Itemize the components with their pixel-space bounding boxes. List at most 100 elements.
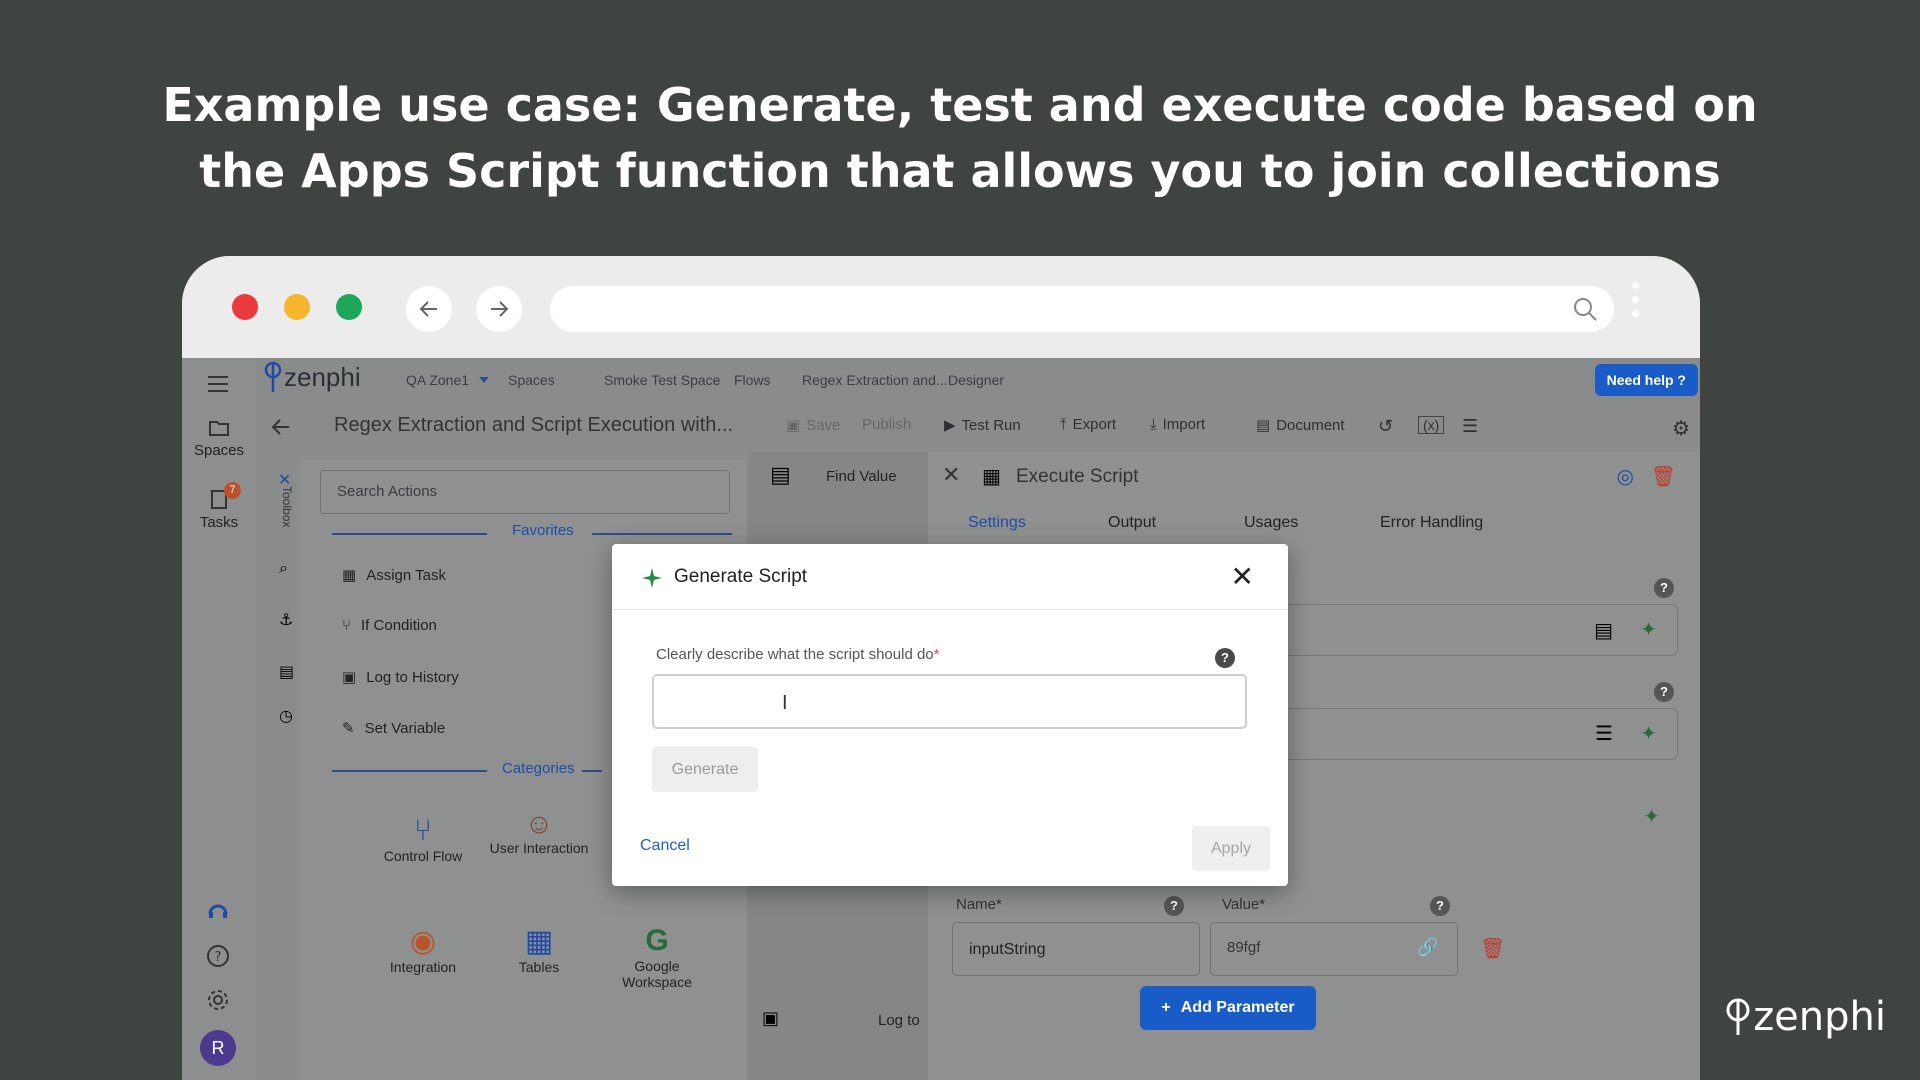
category-user-interaction[interactable]: ☺ User Interaction [484, 808, 594, 856]
category-control-flow[interactable]: ⑂ Control Flow [368, 814, 478, 864]
chevron-down-icon[interactable] [478, 375, 490, 385]
app-logo[interactable]: zenphi [264, 360, 361, 394]
help-icon[interactable]: ? [1164, 896, 1184, 916]
sliders-icon[interactable]: ☰ [1462, 416, 1478, 437]
toolbox-rail: ✕ Toolbox ⌕ ⚓ ▤ ◷ [274, 460, 300, 1080]
param-value-input[interactable]: 89fgf 🔗 [1210, 922, 1458, 976]
sparkle-icon [642, 568, 662, 588]
export-button[interactable]: ⤒ Export [1060, 416, 1116, 433]
link-icon[interactable]: 🔗 [1417, 937, 1439, 958]
delete-icon[interactable]: 🗑 [1651, 464, 1676, 489]
node-table-icon: ▤ [770, 462, 791, 487]
address-bar[interactable] [550, 286, 1614, 332]
breadcrumb-spaces[interactable]: Spaces [508, 372, 555, 388]
breadcrumb-space[interactable]: Smoke Test Space [604, 372, 720, 388]
forward-button[interactable] [476, 286, 522, 332]
add-parameter-button[interactable]: + Add Parameter [1140, 986, 1316, 1030]
tab-usages[interactable]: Usages [1244, 514, 1298, 532]
script-icon: ▦ [982, 466, 1001, 488]
anchor-icon[interactable]: ⚓ [279, 610, 293, 630]
category-label: Tables [518, 959, 560, 975]
settings-gear-icon[interactable] [206, 988, 230, 1012]
publish-button[interactable]: Publish [862, 416, 911, 433]
node-log-to[interactable]: Log to [878, 1012, 920, 1029]
need-help-button[interactable]: Need help ? [1594, 364, 1698, 396]
back-button[interactable] [406, 286, 452, 332]
close-icon[interactable]: ✕ [1231, 560, 1254, 593]
favorite-set-variable[interactable]: ✎ Set Variable [342, 719, 445, 738]
sliders-icon[interactable]: ☰ [1595, 721, 1613, 746]
tab-settings[interactable]: Settings [968, 514, 1026, 532]
generate-button[interactable]: Generate [652, 747, 758, 792]
panel-title: Execute Script [1016, 466, 1139, 487]
close-panel-icon[interactable]: ✕ [942, 462, 960, 488]
user-avatar[interactable]: R [200, 1030, 236, 1066]
category-tables[interactable]: ▦ Tables [484, 924, 594, 975]
browser-menu-icon[interactable] [1632, 282, 1640, 317]
search-actions-input[interactable]: Search Actions [320, 470, 730, 514]
play-icon: ▶ [944, 417, 956, 434]
minimize-window-dot[interactable] [284, 294, 310, 320]
document-icon[interactable]: ▤ [1594, 618, 1613, 643]
breadcrumb-zone[interactable]: QA Zone1 [406, 372, 469, 388]
apply-button[interactable]: Apply [1192, 826, 1270, 871]
favorite-if-condition[interactable]: ⑂ If Condition [342, 617, 437, 634]
nav-spaces[interactable]: Spaces [182, 418, 256, 459]
variables-icon[interactable]: (x) [1418, 416, 1445, 434]
clock-icon[interactable]: ◷ [279, 706, 293, 726]
node-log-icon: ▣ [762, 1008, 780, 1028]
sparkle-icon[interactable]: ✦ [1640, 617, 1657, 642]
favorite-label: If Condition [361, 617, 437, 634]
test-run-button[interactable]: ▶ Test Run [944, 416, 1021, 435]
node-find-value[interactable]: Find Value [826, 468, 897, 485]
help-icon[interactable]: ? [1215, 648, 1235, 668]
help-icon[interactable]: ? [1654, 578, 1674, 598]
save-button[interactable]: ▣ Save [786, 416, 841, 435]
script-description-input[interactable]: I [652, 674, 1247, 729]
back-arrow-icon[interactable] [270, 416, 292, 438]
nav-tasks[interactable]: 7 Tasks [182, 482, 256, 531]
categories-divider-left [332, 770, 487, 772]
toolbox-rail-label[interactable]: Toolbox [280, 486, 294, 536]
close-window-dot[interactable] [232, 294, 258, 320]
notes-icon[interactable]: ▤ [279, 662, 294, 682]
save-label: Save [806, 416, 841, 434]
breadcrumb-flows[interactable]: Flows [734, 372, 771, 388]
sparkle-icon[interactable]: ✦ [1640, 721, 1657, 746]
add-parameter-label: Add Parameter [1180, 999, 1295, 1016]
help-icon[interactable]: ? [1430, 896, 1450, 916]
search-icon[interactable] [1572, 296, 1598, 322]
favorite-label: Log to History [366, 668, 459, 686]
tab-output[interactable]: Output [1108, 514, 1156, 532]
help-circle-icon[interactable]: ? [206, 944, 230, 968]
import-button[interactable]: ⤓ Import [1150, 416, 1205, 433]
sparkle-icon[interactable]: ✦ [1643, 804, 1660, 829]
tab-error-handling[interactable]: Error Handling [1380, 514, 1483, 532]
document-button[interactable]: ▤ Document [1256, 416, 1345, 435]
branch-icon: ⑂ [342, 617, 352, 634]
settings-icon[interactable]: ⚙ [1672, 416, 1690, 441]
zenphi-mark-icon [1726, 998, 1750, 1035]
nav-spaces-label: Spaces [193, 442, 245, 459]
maximize-window-dot[interactable] [336, 294, 362, 320]
param-name-input[interactable]: inputString [952, 922, 1200, 976]
category-google-workspace[interactable]: G Google Workspace [602, 924, 712, 990]
arrow-left-icon [419, 301, 437, 317]
category-label: User Interaction [489, 840, 589, 856]
document-label: Document [1276, 416, 1345, 434]
search-rail-icon[interactable]: ⌕ [279, 560, 288, 578]
favorite-log-to-history[interactable]: ▣ Log to History [342, 668, 459, 687]
support-icon[interactable] [206, 898, 230, 922]
cancel-button[interactable]: Cancel [640, 837, 690, 855]
hamburger-menu-icon[interactable] [206, 374, 230, 394]
delete-param-icon[interactable]: 🗑 [1480, 936, 1505, 961]
help-icon[interactable]: ? [1654, 682, 1674, 702]
category-integration[interactable]: ◉ Integration [368, 924, 478, 975]
breadcrumb-flow[interactable]: Regex Extraction and... [802, 372, 948, 388]
headline: Example use case: Generate, test and exe… [0, 72, 1920, 204]
browser-chrome [182, 256, 1700, 358]
favorite-assign-task[interactable]: ▦ Assign Task [342, 566, 446, 585]
dialog-title: Generate Script [674, 566, 808, 587]
target-icon[interactable]: ◎ [1617, 464, 1634, 489]
history-icon[interactable]: ↺ [1378, 416, 1393, 437]
